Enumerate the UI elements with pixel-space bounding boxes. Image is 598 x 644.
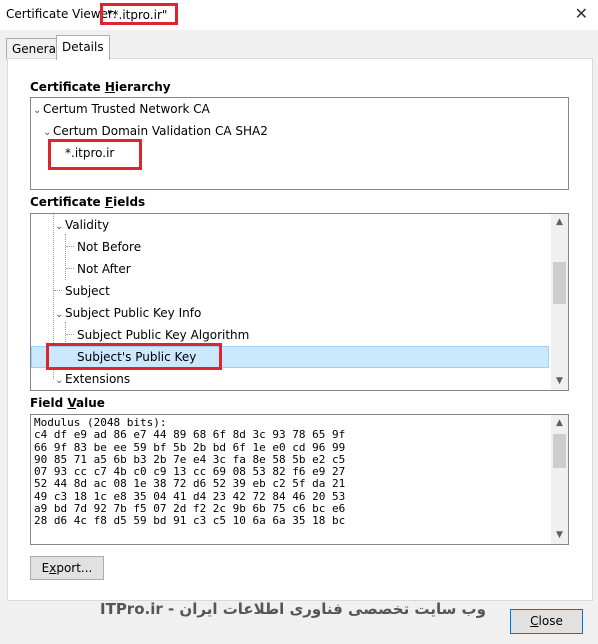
watermark-text: ITPro.ir - وب سایت تخصصی فناوری اطلاعات …	[100, 600, 486, 618]
tree-item-root[interactable]: ⌄ Certum Trusted Network CA	[33, 99, 210, 119]
window-title-domain: "*.itpro.ir"	[100, 3, 178, 25]
highlight-box	[48, 139, 142, 170]
field-item-not-after[interactable]: Not After	[77, 259, 131, 279]
value-scrollbar[interactable]: ▲ ▼	[551, 415, 568, 544]
title-bar: Certificate Viewer: "*.itpro.ir" ✕	[0, 0, 598, 30]
field-value-label: Field Value	[30, 396, 105, 410]
close-button[interactable]: Close	[510, 609, 583, 634]
field-item-subject-public-key-info[interactable]: ⌄ Subject Public Key Info	[55, 303, 201, 323]
hierarchy-label: Certificate Hierarchy	[30, 80, 171, 94]
tree-guide-line	[66, 268, 74, 269]
field-item-not-before[interactable]: Not Before	[77, 237, 141, 257]
field-value-textarea[interactable]: Modulus (2048 bits): c4 df e9 ad 86 e7 44…	[30, 414, 569, 545]
field-item-public-key-algorithm[interactable]: Subject Public Key Algorithm	[77, 325, 249, 345]
scroll-up-icon[interactable]: ▲	[551, 415, 568, 432]
field-item-subject[interactable]: Subject	[65, 281, 110, 301]
field-item-extensions[interactable]: ⌄ Extensions	[55, 369, 130, 389]
scroll-down-icon[interactable]: ▼	[551, 373, 568, 390]
tab-details[interactable]: Details	[56, 35, 110, 60]
tree-guide-line	[66, 334, 74, 335]
chevron-down-icon[interactable]: ⌄	[55, 371, 65, 390]
tree-guide-line	[65, 234, 66, 280]
scroll-thumb[interactable]	[553, 434, 566, 468]
chevron-down-icon[interactable]: ⌄	[55, 217, 65, 237]
tree-guide-line	[66, 246, 74, 247]
fields-scrollbar[interactable]: ▲ ▼	[551, 214, 568, 390]
chevron-down-icon[interactable]: ⌄	[55, 305, 65, 325]
field-item-validity[interactable]: ⌄ Validity	[55, 215, 109, 235]
tree-item-intermediate[interactable]: ⌄ Certum Domain Validation CA SHA2	[43, 121, 268, 141]
scroll-up-icon[interactable]: ▲	[551, 214, 568, 231]
chevron-down-icon[interactable]: ⌄	[33, 101, 43, 121]
close-icon[interactable]: ✕	[575, 4, 588, 23]
scroll-thumb[interactable]	[553, 262, 566, 304]
export-button[interactable]: Export...	[30, 556, 104, 580]
tree-guide-line	[54, 290, 62, 291]
highlight-box	[46, 343, 222, 370]
fields-label: Certificate Fields	[30, 195, 146, 209]
scroll-down-icon[interactable]: ▼	[551, 527, 568, 544]
field-value-text: Modulus (2048 bits): c4 df e9 ad 86 e7 44…	[34, 416, 346, 528]
